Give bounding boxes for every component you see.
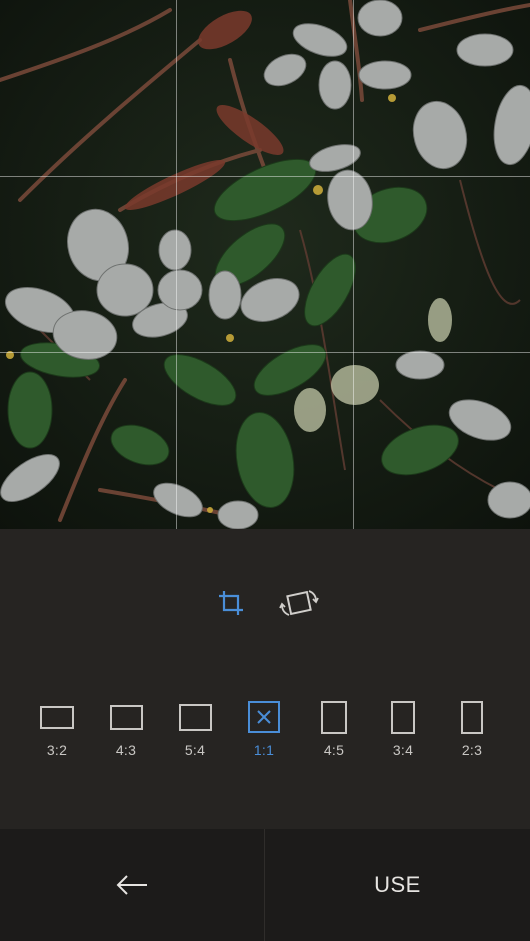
ratio-shape-icon xyxy=(391,700,415,734)
use-button[interactable]: USE xyxy=(265,829,530,941)
close-icon xyxy=(257,710,271,724)
ratio-shape-icon xyxy=(178,703,212,731)
crop-grid-line xyxy=(0,176,530,177)
rotate-icon xyxy=(279,590,319,616)
ratio-shape-icon xyxy=(109,704,143,730)
crop-icon xyxy=(219,591,243,615)
ratio-label: 4:3 xyxy=(115,742,137,758)
ratio-label: 2:3 xyxy=(461,742,483,758)
ratio-option-3-2[interactable]: 3:2 xyxy=(27,698,87,768)
arrow-left-icon xyxy=(116,875,147,895)
ratio-option-4-3[interactable]: 4:3 xyxy=(96,698,156,768)
ratio-option-4-5[interactable]: 4:5 xyxy=(304,698,364,768)
photo-preview[interactable] xyxy=(0,0,530,529)
ratio-option-5-4[interactable]: 5:4 xyxy=(165,698,225,768)
leaves-photo xyxy=(0,0,530,529)
ratio-option-3-4[interactable]: 3:4 xyxy=(373,698,433,768)
ratio-shape-icon xyxy=(40,705,74,729)
ratio-label: 5:4 xyxy=(184,742,206,758)
crop-grid-line xyxy=(353,0,354,529)
crop-tool-button[interactable] xyxy=(211,583,251,623)
ratio-label: 3:2 xyxy=(46,742,68,758)
ratio-shape-icon xyxy=(248,701,280,733)
back-button[interactable] xyxy=(0,829,264,941)
ratio-option-1-1[interactable]: 1:1 xyxy=(234,698,294,768)
ratio-label: 4:5 xyxy=(323,742,345,758)
ratio-label: 1:1 xyxy=(253,742,275,758)
aspect-ratio-row: 3:2 4:3 5:4 1:1 4:5 3:4 2:3 xyxy=(0,698,530,768)
rotate-tool-button[interactable] xyxy=(279,583,319,623)
bottom-action-bar: USE xyxy=(0,829,530,941)
ratio-option-2-3[interactable]: 2:3 xyxy=(442,698,502,768)
crop-grid-line xyxy=(0,352,530,353)
tool-row xyxy=(0,583,530,623)
ratio-label: 3:4 xyxy=(392,742,414,758)
ratio-shape-icon xyxy=(461,700,483,734)
crop-grid-line xyxy=(176,0,177,529)
ratio-shape-icon xyxy=(321,700,347,734)
